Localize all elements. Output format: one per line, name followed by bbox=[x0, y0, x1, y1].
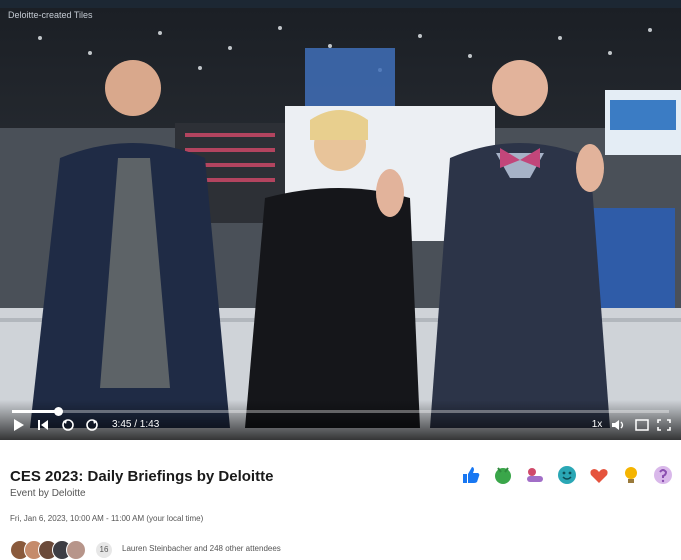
event-organizer-link[interactable]: Event by Deloitte bbox=[10, 488, 86, 499]
avatar bbox=[66, 540, 86, 560]
video-frame bbox=[0, 8, 681, 440]
event-info-panel: CES 2023: Daily Briefings by Deloitte Ev… bbox=[0, 440, 681, 560]
funny-icon bbox=[558, 466, 576, 484]
rewind-icon bbox=[62, 419, 74, 431]
video-progress-bar[interactable] bbox=[12, 407, 669, 416]
video-progress-handle[interactable] bbox=[53, 407, 63, 416]
support-icon bbox=[527, 468, 543, 482]
miniplayer-icon bbox=[635, 419, 649, 431]
fullscreen-icon bbox=[657, 419, 671, 431]
rewind-10-button[interactable] bbox=[60, 416, 78, 434]
video-progress-fill bbox=[12, 410, 58, 413]
video-overlay-label: Deloitte-created Tiles bbox=[8, 10, 93, 20]
celebrate-icon bbox=[495, 467, 511, 484]
attendees-summary[interactable]: Lauren Steinbacher and 248 other attende… bbox=[122, 544, 281, 553]
support-reaction-button[interactable] bbox=[524, 464, 546, 486]
video-controls: 3:45 / 1:43 1x bbox=[0, 400, 681, 440]
forward-icon bbox=[86, 419, 98, 431]
volume-icon bbox=[612, 420, 624, 430]
insightful-reaction-button[interactable] bbox=[620, 464, 642, 486]
skip-back-button[interactable] bbox=[36, 416, 52, 434]
skip-back-icon bbox=[38, 420, 48, 430]
like-icon bbox=[463, 467, 480, 483]
fullscreen-button[interactable] bbox=[656, 416, 674, 434]
curious-reaction-button[interactable] bbox=[652, 464, 674, 486]
celebrate-reaction-button[interactable] bbox=[492, 464, 514, 486]
curious-icon bbox=[654, 466, 672, 484]
insightful-icon bbox=[625, 467, 637, 483]
funny-reaction-button[interactable] bbox=[556, 464, 578, 486]
video-player[interactable]: Deloitte-created Tiles 3:45 / 1:43 1x bbox=[0, 8, 681, 440]
top-bar bbox=[0, 0, 681, 8]
event-datetime: Fri, Jan 6, 2023, 10:00 AM - 11:00 AM (y… bbox=[10, 514, 204, 523]
play-button[interactable] bbox=[12, 416, 28, 434]
volume-button[interactable] bbox=[610, 416, 628, 434]
playback-speed-button[interactable]: 1x bbox=[588, 416, 606, 434]
forward-10-button[interactable] bbox=[84, 416, 102, 434]
video-time: 3:45 / 1:43 bbox=[112, 419, 160, 430]
love-reaction-button[interactable] bbox=[588, 464, 610, 486]
love-icon bbox=[590, 469, 608, 483]
play-icon bbox=[14, 419, 24, 431]
miniplayer-button[interactable] bbox=[634, 416, 652, 434]
event-title: CES 2023: Daily Briefings by Deloitte bbox=[10, 468, 274, 485]
attendee-count-badge: 16 bbox=[96, 542, 112, 558]
like-reaction-button[interactable] bbox=[460, 464, 482, 486]
